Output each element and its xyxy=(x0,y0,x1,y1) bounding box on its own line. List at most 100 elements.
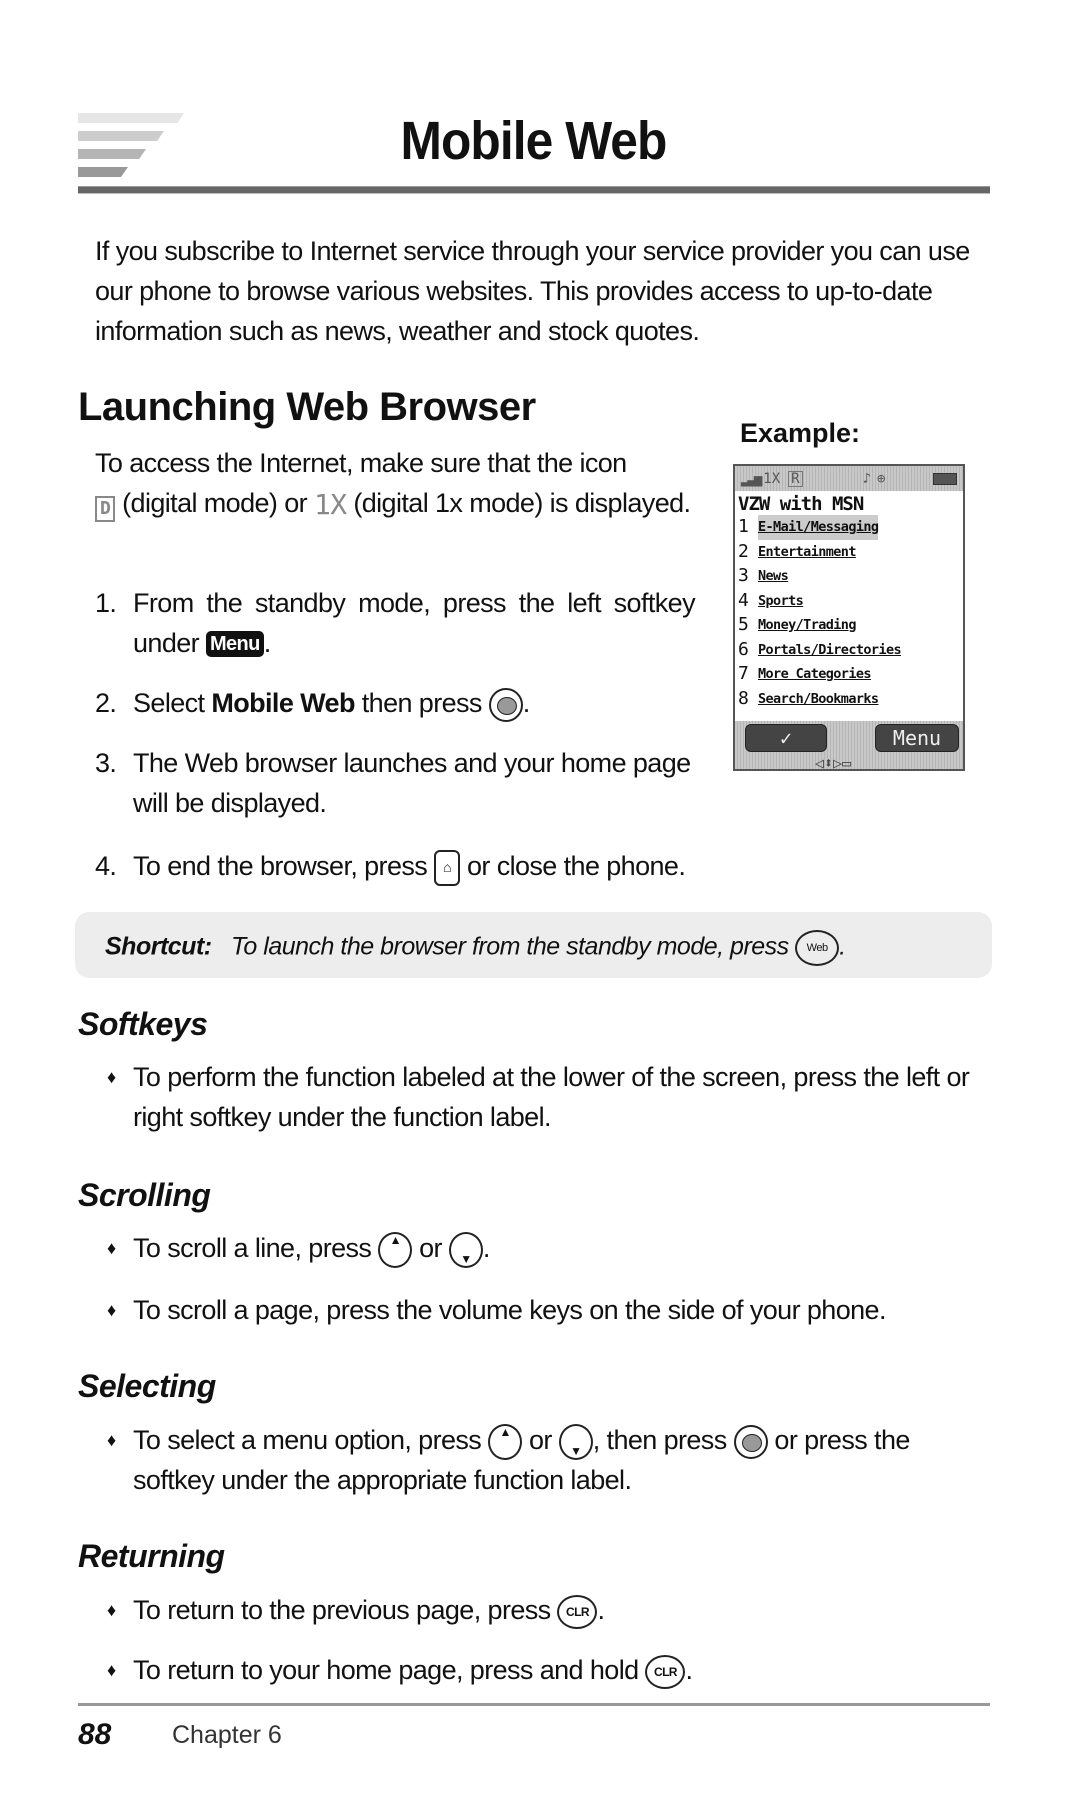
bullet-text: To return to your home page, press and h… xyxy=(133,1655,646,1685)
bullet-text: , then press xyxy=(592,1425,734,1455)
shortcut-text: Shortcut: To launch the browser from the… xyxy=(105,930,846,966)
down-key-icon: ▼ xyxy=(558,1423,593,1460)
phone-menu-item-link[interactable]: Sports xyxy=(758,589,804,614)
bullet-icon: ♦ xyxy=(107,1660,116,1680)
phone-menu-item[interactable]: 8 Search/Bookmarks xyxy=(735,687,963,712)
bullet-icon: ♦ xyxy=(107,1300,116,1320)
location-icon: ⊕ xyxy=(877,470,886,487)
phone-menu-item-number: 6 xyxy=(738,638,749,660)
phone-menu-item-link[interactable]: Search/Bookmarks xyxy=(758,687,879,712)
music-icon: ♪ xyxy=(862,470,872,487)
launch-text-1: To access the Internet, make sure that t… xyxy=(95,448,627,478)
1x-icon: 1X xyxy=(763,470,781,487)
phone-menu-item-number: 4 xyxy=(738,589,749,611)
bullet-text: To perform the function labeled at the l… xyxy=(133,1062,970,1132)
battery-icon xyxy=(933,472,957,485)
nav-key-hint-icon: ◁⬍▷▭ xyxy=(815,754,852,771)
returning-bullet-2: ♦ To return to your home page, press and… xyxy=(107,1650,987,1690)
bullet-text: To select a menu option, press xyxy=(133,1425,489,1455)
menu-softkey-badge: Menu xyxy=(205,631,264,657)
digital-mode-icon: D xyxy=(95,496,116,522)
phone-menu-item[interactable]: 3 News xyxy=(735,564,963,589)
shortcut-tail: . xyxy=(839,932,846,961)
step-1: 1. From the standby mode, press the left… xyxy=(95,583,696,663)
clr-key-icon: CLR xyxy=(557,1594,598,1629)
launch-steps: 1. From the standby mode, press the left… xyxy=(95,583,696,843)
launch-text-3: (digital 1x mode) is displayed. xyxy=(346,488,691,518)
bullet-text: or xyxy=(412,1233,449,1263)
section-heading-softkeys: Softkeys xyxy=(78,1006,208,1042)
phone-menu-item-link[interactable]: News xyxy=(758,564,789,589)
phone-menu-item-link[interactable]: Portals/Directories xyxy=(758,638,902,663)
phone-right-softkey[interactable]: Menu xyxy=(875,724,959,752)
step-text: Select xyxy=(133,688,212,718)
web-key-icon: Web xyxy=(795,930,840,966)
phone-menu-item-number: 8 xyxy=(738,687,749,709)
phone-menu-item[interactable]: 2 Entertainment xyxy=(735,540,963,565)
signal-icon: ▂▃▅ xyxy=(741,470,762,487)
section-heading-selecting: Selecting xyxy=(78,1368,216,1404)
section-heading-scrolling: Scrolling xyxy=(78,1177,211,1213)
digital-1x-icon: 1X xyxy=(313,488,347,521)
section-heading-launching: Launching Web Browser xyxy=(78,385,536,429)
phone-menu-item[interactable]: 6 Portals/Directories xyxy=(735,638,963,663)
bullet-text: To scroll a page, press the volume keys … xyxy=(133,1295,886,1325)
bullet-text: To return to the previous page, press xyxy=(133,1595,558,1625)
phone-menu-list: 1 E-Mail/Messaging 2 Entertainment 3 News 4 Spo… xyxy=(735,515,963,711)
up-key-icon: ▲ xyxy=(488,1423,523,1460)
end-key-icon: ⌂ xyxy=(434,849,461,886)
section-heading-returning: Returning xyxy=(78,1538,225,1574)
step-number: 3. xyxy=(95,748,117,778)
clr-key-icon: CLR xyxy=(645,1654,686,1689)
launch-text-2: (digital mode) or xyxy=(115,488,314,518)
step-tail: or close the phone. xyxy=(460,851,686,881)
step-bold-mobile-web: Mobile Web xyxy=(211,688,355,718)
step-text: The Web browser launches and your home p… xyxy=(133,748,691,818)
bullet-icon: ♦ xyxy=(107,1430,116,1450)
intro-paragraph: If you subscribe to Internet service thr… xyxy=(95,236,970,346)
phone-menu-item-number: 5 xyxy=(738,614,749,635)
scrolling-bullet-2: ♦ To scroll a page, press the volume key… xyxy=(107,1290,987,1330)
launch-instructions: To access the Internet, make sure that t… xyxy=(95,443,695,525)
step-number: 4. xyxy=(95,851,117,881)
phone-menu-item-link[interactable]: Entertainment xyxy=(758,540,856,565)
bullet-text: . xyxy=(482,1233,490,1263)
phone-left-softkey[interactable]: ✓ xyxy=(745,724,827,752)
up-key-icon: ▲ xyxy=(378,1231,413,1268)
roaming-icon: R xyxy=(788,470,803,487)
bullet-text: or xyxy=(522,1425,559,1455)
phone-menu-item-link[interactable]: E-Mail/Messaging xyxy=(758,515,879,540)
phone-menu-item[interactable]: 7 More Categories xyxy=(735,662,963,687)
scrolling-bullet-1: ♦ To scroll a line, press ▲ or ▼. xyxy=(107,1228,987,1268)
title-divider xyxy=(78,186,990,194)
step-2: 2. Select Mobile Web then press . xyxy=(95,683,695,723)
selecting-bullet: ♦ To select a menu option, press ▲ or ▼,… xyxy=(107,1420,987,1500)
phone-menu-item-number: 2 xyxy=(738,540,749,562)
returning-bullet-1: ♦ To return to the previous page, press … xyxy=(107,1590,987,1630)
phone-softkey-bar: ✓ Menu ◁⬍▷▭ xyxy=(735,721,963,771)
phone-status-bar: ▂▃▅ 1X R ♪ ⊕ xyxy=(735,466,963,491)
phone-menu-item-link[interactable]: More Categories xyxy=(758,662,872,687)
shortcut-description: To launch the browser from the standby m… xyxy=(230,932,796,961)
example-label: Example: xyxy=(740,418,861,448)
step-tail: . xyxy=(263,628,271,658)
bullet-icon: ♦ xyxy=(107,1067,116,1087)
footer-divider xyxy=(78,1703,990,1706)
phone-menu-item[interactable]: 1 E-Mail/Messaging xyxy=(735,515,963,540)
step-3: 3. The Web browser launches and your hom… xyxy=(95,743,695,823)
step-text: then press xyxy=(354,688,489,718)
phone-screen-example: ▂▃▅ 1X R ♪ ⊕ VZW with MSN 1 E-Mail/Messag… xyxy=(733,464,965,771)
step-number: 2. xyxy=(95,688,117,718)
phone-menu-item[interactable]: 4 Sports xyxy=(735,589,963,614)
step-text: To end the browser, press xyxy=(133,851,435,881)
ok-key-icon xyxy=(488,687,523,722)
shortcut-label: Shortcut: xyxy=(105,932,212,961)
bullet-text: . xyxy=(685,1655,693,1685)
phone-menu-item-number: 7 xyxy=(738,663,749,684)
phone-page-title: VZW with MSN xyxy=(738,493,864,515)
phone-menu-item[interactable]: 5 Money/Trading xyxy=(735,613,963,638)
phone-menu-item-number: 1 xyxy=(738,516,749,537)
step-number: 1. xyxy=(95,588,117,618)
down-key-icon: ▼ xyxy=(448,1231,483,1268)
phone-menu-item-link[interactable]: Money/Trading xyxy=(758,613,856,638)
